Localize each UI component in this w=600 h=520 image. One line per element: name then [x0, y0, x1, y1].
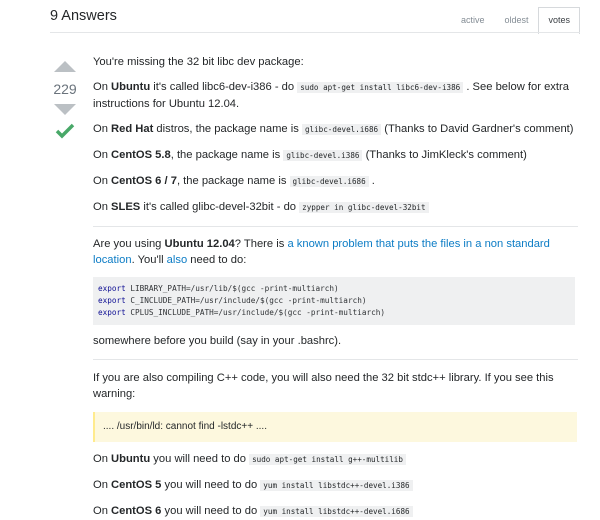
- centos67-paragraph: On CentOS 6 / 7, the package name is gli…: [93, 175, 375, 187]
- ubuntu-paragraph: On Ubuntu it's called libc6-dev-i386 - d…: [93, 81, 569, 110]
- centos5-cpp-paragraph: On CentOS 5 you will need to do yum inst…: [93, 477, 578, 494]
- sort-tabs: active oldest votes: [451, 7, 580, 34]
- tab-active[interactable]: active: [451, 7, 495, 33]
- somewhere-paragraph: somewhere before you build (say in your …: [93, 335, 342, 347]
- header-divider: [50, 32, 580, 33]
- intro-paragraph: You're missing the 32 bit libc dev packa…: [93, 56, 304, 68]
- answer-body: You're missing the 32 bit libc dev packa…: [93, 54, 578, 520]
- warning-blockquote: .... /usr/bin/ld: cannot find -lstdc++ .…: [93, 412, 577, 442]
- inline-code: yum install libstdc++-devel.i386: [260, 480, 413, 491]
- vote-cell: 229: [50, 60, 80, 139]
- accepted-check-icon: [55, 123, 75, 139]
- tab-oldest[interactable]: oldest: [494, 7, 538, 33]
- inline-code: glibc-devel.i686: [289, 176, 369, 187]
- tab-votes[interactable]: votes: [538, 7, 580, 34]
- divider: [93, 226, 578, 227]
- inline-code: sudo apt-get install libc6-dev-i386: [297, 82, 464, 93]
- answers-count-title: 9 Answers: [50, 8, 117, 24]
- redhat-paragraph: On Red Hat distros, the package name is …: [93, 123, 574, 135]
- upvote-icon[interactable]: [54, 61, 76, 72]
- downvote-icon[interactable]: [54, 104, 76, 115]
- code-line: export C_INCLUDE_PATH=/usr/include/$(gcc…: [98, 296, 367, 305]
- code-line: export LIBRARY_PATH=/usr/lib/$(gcc -prin…: [98, 284, 339, 293]
- divider: [93, 359, 578, 360]
- vote-count: 229: [53, 81, 77, 97]
- code-line: export CPLUS_INCLUDE_PATH=/usr/include/$…: [98, 308, 385, 317]
- sles-paragraph: On SLES it's called glibc-devel-32bit - …: [93, 199, 578, 216]
- inline-code: yum install libstdc++-devel.i686: [260, 506, 413, 517]
- centos6-cpp-paragraph: On CentOS 6 you will need to do yum inst…: [93, 503, 578, 520]
- cpp-intro-paragraph: If you are also compiling C++ code, you …: [93, 372, 554, 400]
- inline-code: glibc-devel.i686: [301, 124, 382, 135]
- code-block: export LIBRARY_PATH=/usr/lib/$(gcc -prin…: [93, 277, 575, 325]
- ubuntu1204-paragraph: Are you using Ubuntu 12.04? There is a k…: [93, 238, 550, 266]
- inline-code: zypper in glibc-devel-32bit: [299, 202, 429, 213]
- inline-code: sudo apt-get install g++-multilib: [249, 454, 406, 465]
- ubuntu-cpp-paragraph: On Ubuntu you will need to do sudo apt-g…: [93, 451, 578, 468]
- also-link[interactable]: also: [167, 254, 188, 266]
- inline-code: glibc-devel.i386: [283, 150, 363, 161]
- centos58-paragraph: On CentOS 5.8, the package name is glibc…: [93, 149, 527, 161]
